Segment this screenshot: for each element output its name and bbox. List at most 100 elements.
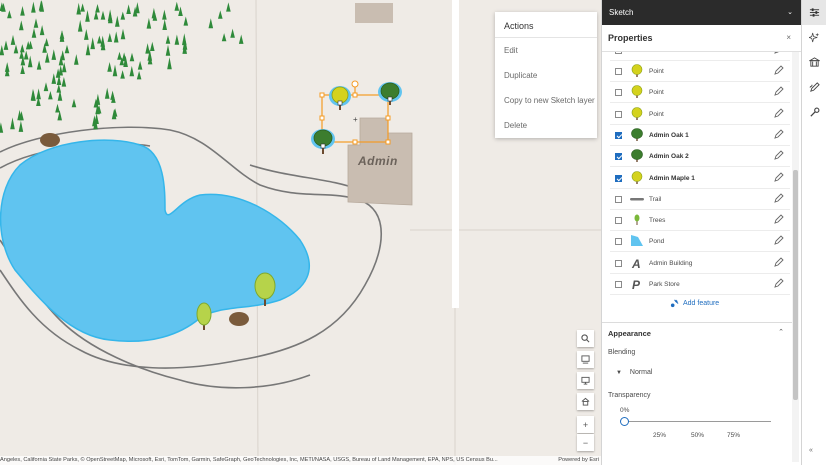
list-item[interactable]: Admin Maple 1 (610, 168, 790, 189)
feature-label: Trail (649, 195, 662, 203)
pond[interactable] (0, 139, 310, 343)
list-item[interactable]: A Admin Building (610, 253, 790, 274)
pencil-icon[interactable] (774, 107, 784, 118)
map-search-button[interactable] (577, 330, 594, 347)
list-item[interactable]: P Park Store (610, 274, 790, 295)
sketch-title: Sketch (609, 8, 634, 17)
feature-checkbox[interactable] (615, 68, 622, 75)
conifer (51, 49, 57, 60)
close-icon[interactable]: × (786, 33, 791, 42)
action-copy-to-sketch-layer[interactable]: Copy to new Sketch layer (495, 88, 597, 113)
feature-checkbox[interactable] (615, 110, 622, 118)
appearance-title[interactable]: Appearance (608, 329, 651, 338)
pencil-icon[interactable] (774, 171, 784, 182)
tool-sliders[interactable] (802, 0, 826, 25)
action-edit[interactable]: Edit (495, 38, 597, 63)
feature-checkbox[interactable] (615, 281, 622, 288)
conifer (10, 34, 16, 45)
sketch-header[interactable]: Sketch ⌄ (602, 0, 801, 25)
pencil-icon[interactable] (774, 193, 784, 203)
feature-label: Point (649, 89, 664, 97)
forest (0, 0, 244, 133)
pencil-icon[interactable] (774, 65, 784, 75)
transparency-slider[interactable] (624, 421, 771, 422)
pencil-icon[interactable] (774, 129, 784, 139)
conifer (84, 29, 89, 40)
blending-select[interactable]: ▼ Normal (616, 369, 652, 376)
pencil-icon[interactable] (774, 235, 784, 246)
feature-checkbox[interactable] (615, 217, 622, 225)
feature-checkbox[interactable] (615, 195, 622, 203)
conifer (129, 65, 135, 77)
conifer (48, 91, 53, 100)
conifer (107, 33, 113, 42)
panel-scrollbar[interactable] (792, 52, 799, 462)
list-item[interactable]: Point (610, 61, 790, 82)
collapse-panel-button[interactable]: « (809, 447, 813, 454)
conifer (31, 1, 36, 13)
map-layers-button[interactable] (577, 351, 594, 368)
chevron-down-icon[interactable]: ⌄ (787, 8, 793, 16)
list-item[interactable]: Point (610, 104, 790, 125)
appearance-section: Appearance ⌃ Blending ▼ Normal Transpare… (602, 322, 792, 465)
feature-checkbox[interactable] (615, 131, 622, 139)
add-feature-button[interactable]: Add feature (670, 299, 719, 308)
list-item[interactable]: Pond (610, 231, 790, 253)
pencil-icon[interactable] (774, 257, 784, 267)
conifer (162, 19, 167, 30)
pencil-icon[interactable] (774, 214, 784, 224)
pencil-icon[interactable] (774, 86, 784, 97)
tool-sparkle[interactable] (802, 25, 826, 50)
pencil-icon[interactable] (774, 150, 784, 160)
conifer (95, 4, 100, 13)
powered-by[interactable]: Powered by Esri (558, 457, 599, 463)
zoom-in-button[interactable]: + (577, 416, 594, 433)
layers-icon (581, 355, 590, 364)
conifer (0, 122, 4, 133)
pencil-icon[interactable] (774, 278, 784, 288)
list-item[interactable]: Point (610, 82, 790, 104)
sketch-panel: Sketch ⌄ Properties × Point Point Point Adm… (601, 0, 801, 465)
action-delete[interactable]: Delete (495, 113, 597, 138)
maple-tree-icon (631, 85, 643, 99)
list-item[interactable]: Admin Oak 2 (610, 146, 790, 168)
selected-tree[interactable] (378, 82, 402, 105)
selected-tree[interactable] (329, 86, 351, 110)
scrollbar-thumb[interactable] (793, 170, 798, 400)
conifer (174, 34, 180, 45)
home-icon (581, 397, 590, 406)
map-view[interactable]: + Admin Actions Edit Duplicate Copy to n… (0, 0, 601, 465)
list-item[interactable]: Admin Oak 1 (610, 125, 790, 146)
feature-checkbox[interactable] (615, 259, 622, 267)
feature-checkbox[interactable] (615, 52, 622, 54)
transparency-value: 0% (620, 407, 630, 414)
feature-checkbox[interactable] (615, 89, 622, 97)
selected-tree[interactable] (311, 129, 335, 154)
feature-checkbox[interactable] (615, 238, 622, 246)
map-fullscreen-button[interactable] (577, 372, 594, 389)
feature-label: Admin Building (649, 259, 693, 267)
feature-checkbox[interactable] (615, 174, 622, 182)
conifer (112, 64, 118, 77)
pencil-icon[interactable] (774, 52, 784, 54)
conifer (178, 6, 183, 16)
conifer (20, 44, 25, 53)
action-duplicate[interactable]: Duplicate (495, 63, 597, 88)
tool-draw[interactable] (802, 75, 826, 100)
list-item[interactable]: Trail (610, 189, 790, 210)
tool-building[interactable] (802, 50, 826, 75)
feature-checkbox[interactable] (615, 153, 622, 161)
map-home-button[interactable] (577, 393, 594, 410)
conifer (10, 117, 15, 130)
properties-title: Properties (608, 33, 653, 43)
list-item[interactable] (610, 52, 790, 61)
chevron-up-icon[interactable]: ⌃ (778, 328, 784, 336)
tool-wrench[interactable] (802, 100, 826, 125)
conifer (36, 60, 42, 70)
zoom-out-button[interactable]: − (577, 434, 594, 451)
conifer (226, 2, 231, 12)
conifer (36, 88, 41, 100)
list-item[interactable]: Trees (610, 210, 790, 232)
slider-handle[interactable] (620, 417, 629, 426)
conifer (39, 25, 45, 36)
